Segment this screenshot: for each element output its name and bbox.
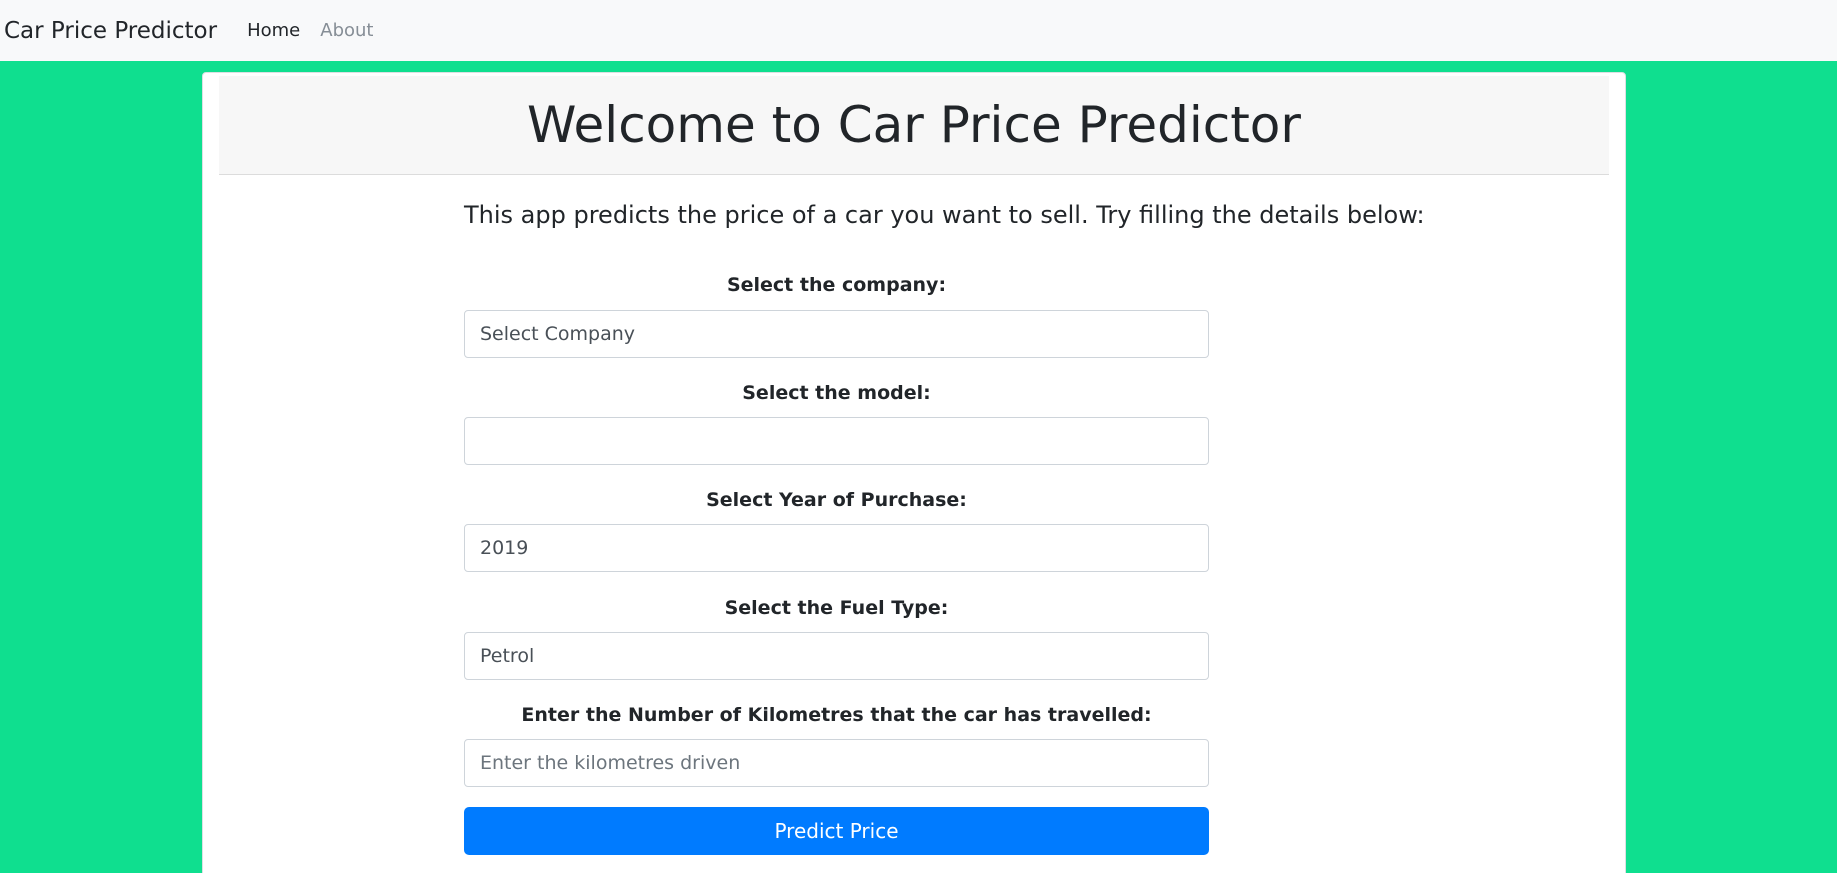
navbar: Car Price Predictor Home About xyxy=(0,0,1837,61)
kms-label: Enter the Number of Kilometres that the … xyxy=(521,704,1152,726)
year-select[interactable]: 2019 xyxy=(464,524,1209,572)
model-label: Select the model: xyxy=(742,382,931,404)
company-label: Select the company: xyxy=(726,274,947,296)
model-select[interactable] xyxy=(464,417,1209,465)
kms-input[interactable] xyxy=(464,739,1209,787)
brand-link[interactable]: Car Price Predictor xyxy=(4,18,217,44)
company-select[interactable]: Select Company xyxy=(464,310,1209,358)
fuel-select-value: Petrol xyxy=(480,645,535,667)
year-select-value: 2019 xyxy=(480,537,529,559)
main-card: Welcome to Car Price Predictor This app … xyxy=(202,72,1626,873)
intro-text: This app predicts the price of a car you… xyxy=(464,201,1425,229)
year-label: Select Year of Purchase: xyxy=(706,489,967,511)
company-select-value: Select Company xyxy=(480,323,636,345)
predict-price-button[interactable]: Predict Price xyxy=(464,807,1209,855)
page-title: Welcome to Car Price Predictor xyxy=(527,96,1301,154)
card-header: Welcome to Car Price Predictor xyxy=(219,76,1609,175)
fuel-select[interactable]: Petrol xyxy=(464,632,1209,680)
fuel-label: Select the Fuel Type: xyxy=(724,597,949,619)
nav-link-about[interactable]: About xyxy=(320,20,373,41)
nav-link-home[interactable]: Home xyxy=(247,20,300,41)
